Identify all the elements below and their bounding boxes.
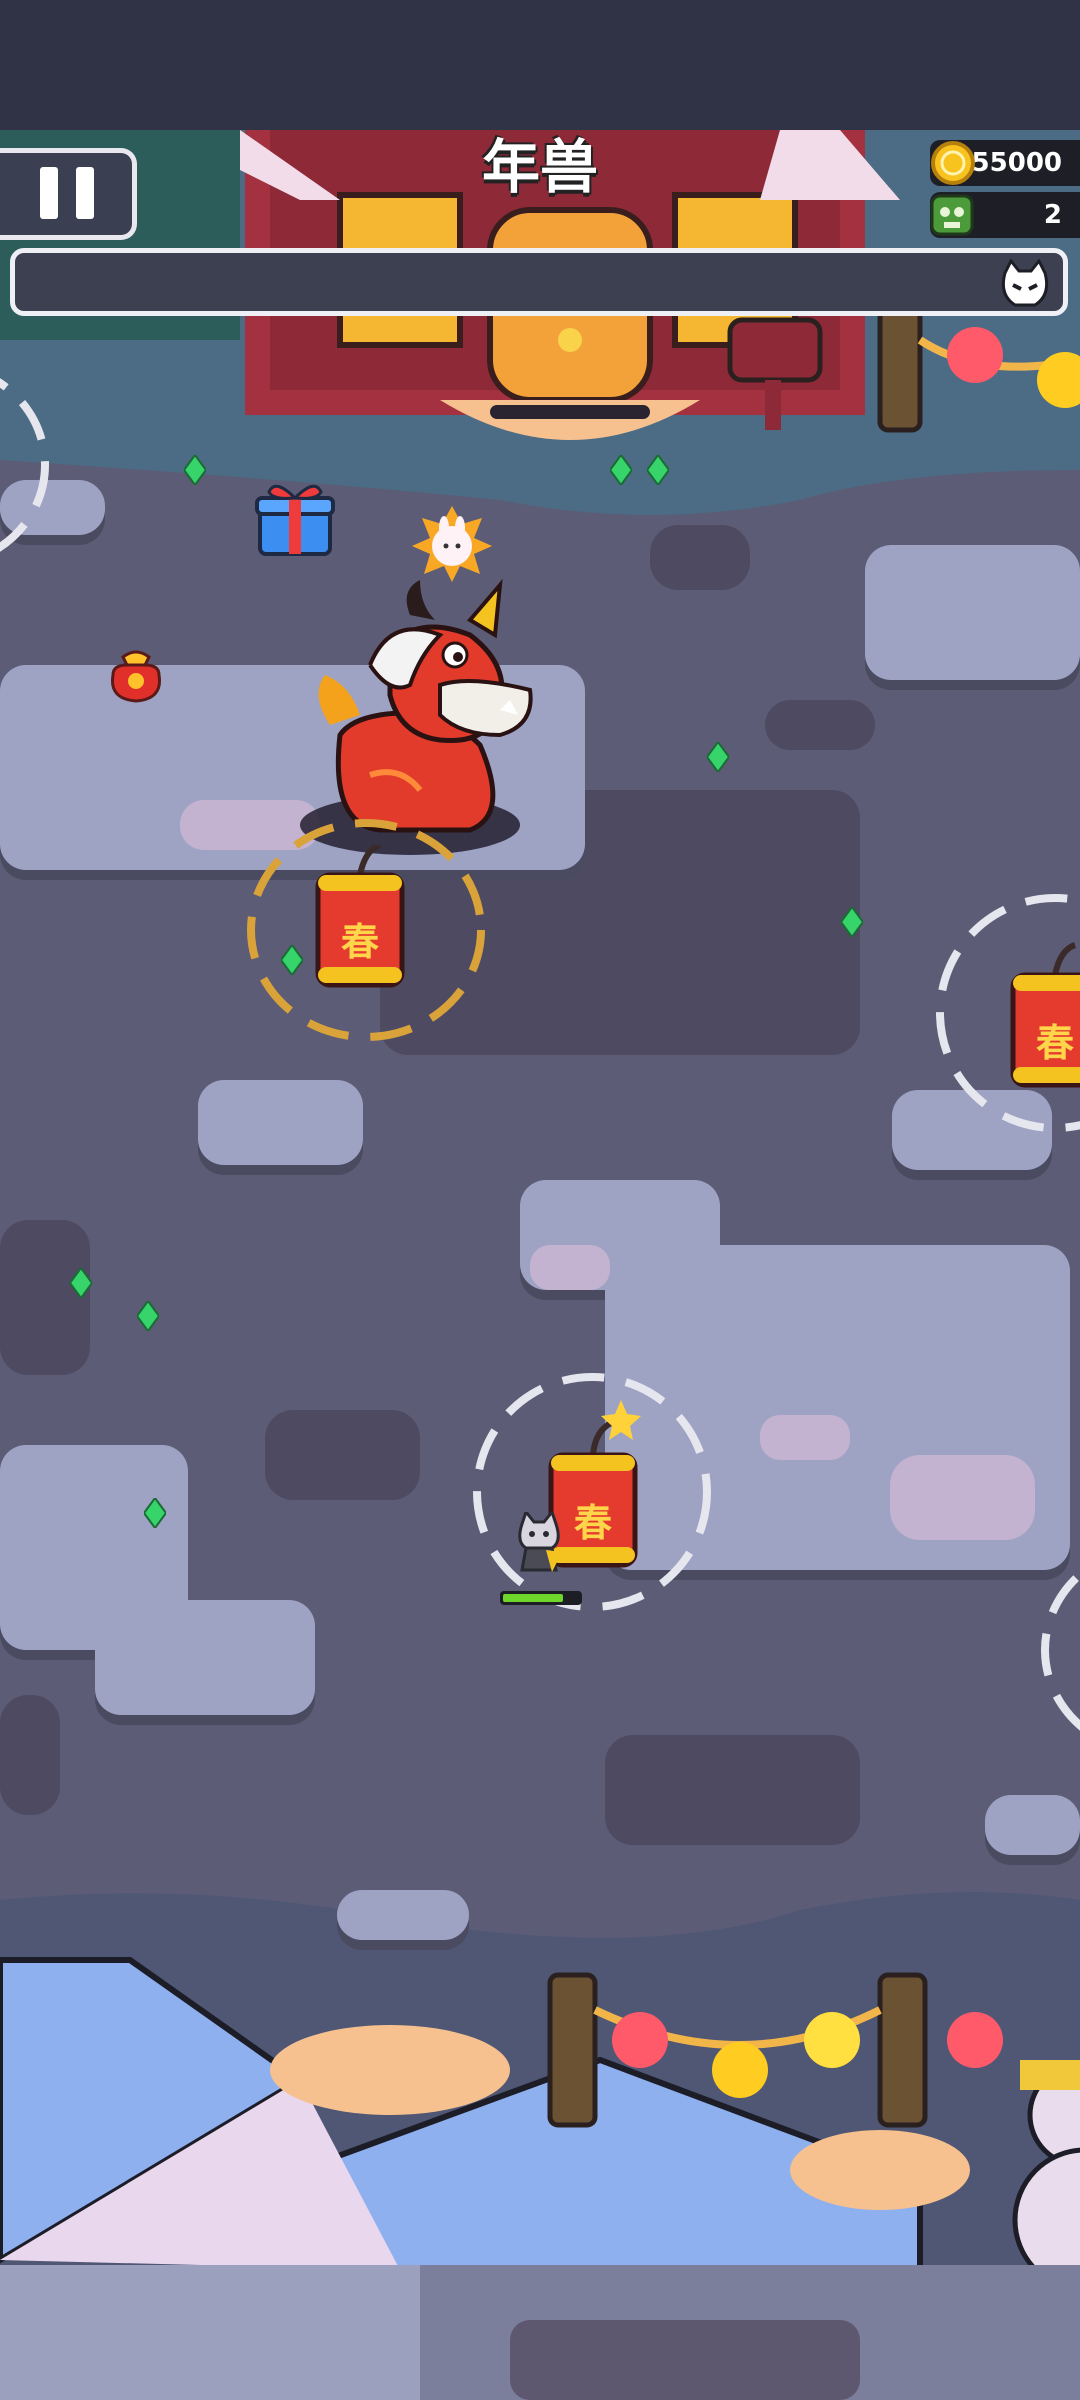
pink-snow (530, 1245, 610, 1290)
snow-patch (985, 1795, 1080, 1855)
gift-icon[interactable] (255, 478, 335, 558)
boss-health-bar (10, 248, 1068, 316)
status-bar-area (0, 0, 1080, 130)
ground-patch (605, 1735, 860, 1845)
green-gem-icon (70, 1268, 92, 1298)
firecracker[interactable]: 春 (1005, 940, 1080, 1090)
ground-patch (265, 1410, 420, 1500)
pink-snow (760, 1415, 850, 1460)
snow-patch (95, 1600, 315, 1715)
snowman (1012, 2060, 1080, 2265)
player-health-bar (500, 1591, 582, 1605)
ground-patch (0, 1695, 60, 1815)
firecracker-range-ring (1041, 1569, 1080, 1731)
snow-patch (198, 1080, 363, 1165)
firecracker-range-ring (0, 378, 49, 552)
rabbit-badge-icon (412, 506, 492, 582)
green-gem-icon (184, 455, 206, 485)
firecracker-label: 春 (1035, 1021, 1074, 1065)
nian-beast-boss[interactable] (270, 575, 550, 855)
green-gem-icon (610, 455, 632, 485)
firecracker-label: 春 (340, 920, 379, 964)
pause-icon (76, 167, 94, 219)
green-gem-icon (137, 1301, 159, 1331)
snow-patch (337, 1890, 469, 1940)
player-health-fill (503, 1594, 563, 1602)
boss-name: 年兽 (481, 133, 598, 201)
green-gem-icon (144, 1498, 166, 1528)
snow-patch (865, 545, 1080, 680)
coin-icon (931, 141, 975, 185)
green-gem-icon (841, 907, 863, 937)
green-gem-icon (707, 742, 729, 772)
player-cat[interactable] (512, 1512, 564, 1574)
cat-head-icon (1001, 259, 1049, 307)
lucky-bag-icon[interactable] (105, 645, 167, 703)
pause-button[interactable] (0, 148, 137, 240)
game-screen: 春 春 春 年兽 155000 2 (0, 0, 1080, 2400)
ground-patch (765, 700, 875, 750)
pause-icon (40, 167, 58, 219)
firecracker[interactable]: 春 (310, 845, 410, 990)
skull-icon (930, 194, 974, 236)
pink-snow (890, 1455, 1035, 1540)
green-gem-icon (647, 455, 669, 485)
ground-patch (650, 525, 750, 590)
